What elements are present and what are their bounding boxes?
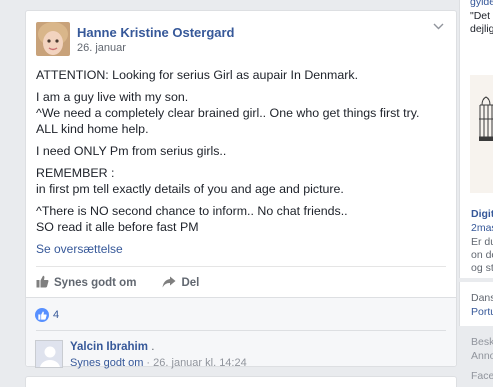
right-top-text: "Det [470,10,491,22]
post-line: SO read it alle before fast PM [36,220,199,234]
chevron-down-icon[interactable] [433,21,444,33]
author-avatar[interactable] [36,22,70,56]
post-paragraph: REMEMBER : in first pm tell exactly deta… [36,165,448,197]
comment-meta: Synes godt om · 26. januar kl. 14:24 [70,357,247,369]
post-line: REMEMBER : [36,166,115,180]
ad-text: on de [471,249,493,261]
post-body: ATTENTION: Looking for serius Girl as au… [36,67,448,257]
actions-divider [36,266,446,267]
right-top-text: dejlig [470,23,493,35]
share-arrow-icon [162,276,181,291]
like-reaction-icon [35,308,49,322]
thumbs-up-icon [36,275,54,291]
feed-top-gap [25,0,457,10]
like-count: 4 [53,309,60,321]
post-line: I am a guy live with my son. [36,90,189,104]
post-line: in first pm tell exactly details of you … [36,182,344,196]
share-button[interactable]: Del [162,276,199,291]
post-paragraph: ^There is NO second chance to inform.. N… [36,203,448,235]
post-line: I need ONLY Pm from serius girls.. [36,144,227,158]
comment-author-name[interactable]: Yalcin Ibrahim [70,341,148,353]
meta-separator: · [143,357,154,369]
comment-author: Yalcin Ibrahim . [70,341,154,353]
share-button-label: Del [181,277,200,289]
ad-title[interactable]: Digit [471,208,493,220]
reactions-summary[interactable]: 4 [35,308,59,322]
post-line: ^There is NO second chance to inform.. N… [36,204,348,218]
next-post-card [25,376,457,387]
footer-link[interactable]: Besk [471,336,493,348]
comments-divider [36,330,446,331]
post-line: ATTENTION: Looking for serius Girl as au… [36,68,359,82]
post-line: ALL kind home help. [36,122,149,136]
language-label: Dans [471,292,493,304]
see-translation-link[interactable]: Se oversættelse [36,241,448,257]
ad-text: Er du [471,236,493,248]
post-author-name[interactable]: Hanne Kristine Ostergard [77,25,235,40]
comment-timestamp[interactable]: 26. januar kl. 14:24 [153,357,247,369]
like-button-label: Synes godt om [54,277,137,289]
post-feedback-area: 4 Yalcin Ibrahim . Synes godt om · 26. j… [26,297,456,369]
commenter-avatar[interactable] [35,340,63,368]
like-button[interactable]: Synes godt om [36,275,136,291]
language-link[interactable]: Portu [471,306,493,318]
post-actions: Synes godt om Del [36,273,225,293]
footer-link[interactable]: Face [471,370,493,382]
post-line: ^We need a completely clear brained girl… [36,106,420,120]
post-card: Hanne Kristine Ostergard 26. januar ATTE… [25,10,457,369]
footer-link[interactable]: Anno [471,350,493,362]
post-date[interactable]: 26. januar [77,42,126,54]
post-paragraph: I need ONLY Pm from serius girls.. [36,143,448,159]
post-paragraph: ATTENTION: Looking for serius Girl as au… [36,67,448,83]
comment-author-suffix: . [151,341,155,353]
ad-subtitle[interactable]: 2mas [471,222,493,234]
comment-like-link[interactable]: Synes godt om [70,357,143,369]
ad-text: og sti [471,262,493,274]
right-top-link[interactable]: gylde [470,0,493,8]
right-language-box [459,282,493,326]
post-paragraph: I am a guy live with my son. ^We need a … [36,89,448,137]
ad-image[interactable] [470,75,493,193]
